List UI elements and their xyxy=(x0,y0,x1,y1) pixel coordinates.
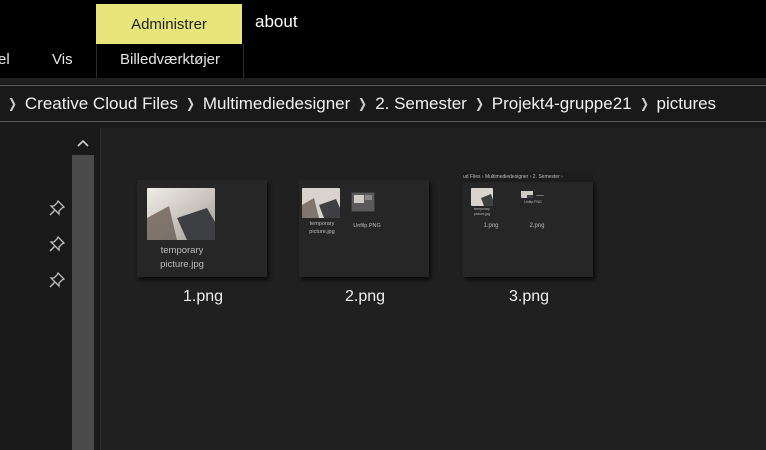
ribbon-tab-vis[interactable]: Vis xyxy=(52,51,73,68)
file-thumbnail: ud Files › Multimediedesigner › 2. Semes… xyxy=(463,172,593,277)
content-area: temporary picture.jpg 1.png temporary pi… xyxy=(0,122,766,450)
photo-preview xyxy=(351,192,375,212)
address-bar[interactable]: ❯ Creative Cloud Files ❯ Multimediedesig… xyxy=(0,85,766,122)
chevron-up-icon[interactable] xyxy=(74,132,92,154)
file-item-2-png[interactable]: temporary picture.jpg Unfilp.PNG 2.png xyxy=(295,180,435,310)
breadcrumb-projekt4-gruppe21[interactable]: Projekt4-gruppe21 xyxy=(492,94,632,114)
chevron-right-icon[interactable]: ❯ xyxy=(475,96,484,112)
preview-caption: 2.png xyxy=(529,223,545,229)
window-title: about xyxy=(255,12,298,31)
context-tab-billedvaerktojer[interactable]: Billedværktøjer xyxy=(96,44,244,78)
file-item-1-png[interactable]: temporary picture.jpg 1.png xyxy=(133,180,273,310)
file-thumbnail: temporary picture.jpg xyxy=(137,180,267,277)
chevron-right-icon[interactable]: ❯ xyxy=(8,96,17,112)
breadcrumb-creative-cloud-files[interactable]: Creative Cloud Files xyxy=(25,94,178,114)
photo-preview xyxy=(536,189,544,196)
photo-preview xyxy=(147,188,215,240)
file-item-3-png[interactable]: ud Files › Multimediedesigner › 2. Semes… xyxy=(459,172,599,310)
photo-preview xyxy=(471,188,493,206)
breadcrumb-multimediedesigner[interactable]: Multimediedesigner xyxy=(203,94,350,114)
scrollbar-thumb[interactable] xyxy=(72,155,94,450)
chevron-right-icon[interactable]: ❯ xyxy=(358,96,367,112)
preview-caption: Unfilp.PNG xyxy=(353,223,381,229)
context-tab-header-label: Administrer xyxy=(131,15,207,33)
file-name[interactable]: 3.png xyxy=(459,288,599,306)
preview-caption: Unfilp.PNG xyxy=(524,200,542,204)
context-tab-header-administrer[interactable]: Administrer xyxy=(96,4,242,44)
ribbon-divider xyxy=(0,78,766,84)
navigation-pane xyxy=(0,122,70,450)
preview-breadcrumb: ud Files › Multimediedesigner › 2. Semes… xyxy=(463,172,593,182)
pin-icon[interactable] xyxy=(49,236,65,252)
chevron-right-icon[interactable]: ❯ xyxy=(640,96,649,112)
chevron-right-icon[interactable]: ❯ xyxy=(186,96,195,112)
file-thumbnail: temporary picture.jpg Unfilp.PNG xyxy=(299,180,429,277)
file-name[interactable]: 2.png xyxy=(295,288,435,306)
preview-caption: temporary picture.jpg xyxy=(473,207,491,216)
file-name[interactable]: 1.png xyxy=(133,288,273,306)
file-list: temporary picture.jpg 1.png temporary pi… xyxy=(100,128,766,450)
pin-icon[interactable] xyxy=(49,272,65,288)
ribbon-tab-del[interactable]: el xyxy=(0,51,10,68)
photo-preview xyxy=(302,188,340,218)
breadcrumb-2-semester[interactable]: 2. Semester xyxy=(375,94,467,114)
breadcrumb-pictures[interactable]: pictures xyxy=(657,94,717,114)
photo-preview xyxy=(521,188,533,198)
preview-caption: temporary picture.jpg xyxy=(309,221,335,235)
ribbon: Administrer Billedværktøjer about el Vis xyxy=(0,0,766,78)
pin-icon[interactable] xyxy=(49,200,65,216)
preview-caption: 1.png xyxy=(483,223,499,229)
context-tab-label: Billedværktøjer xyxy=(119,51,221,68)
preview-caption: temporary picture.jpg xyxy=(160,245,204,270)
